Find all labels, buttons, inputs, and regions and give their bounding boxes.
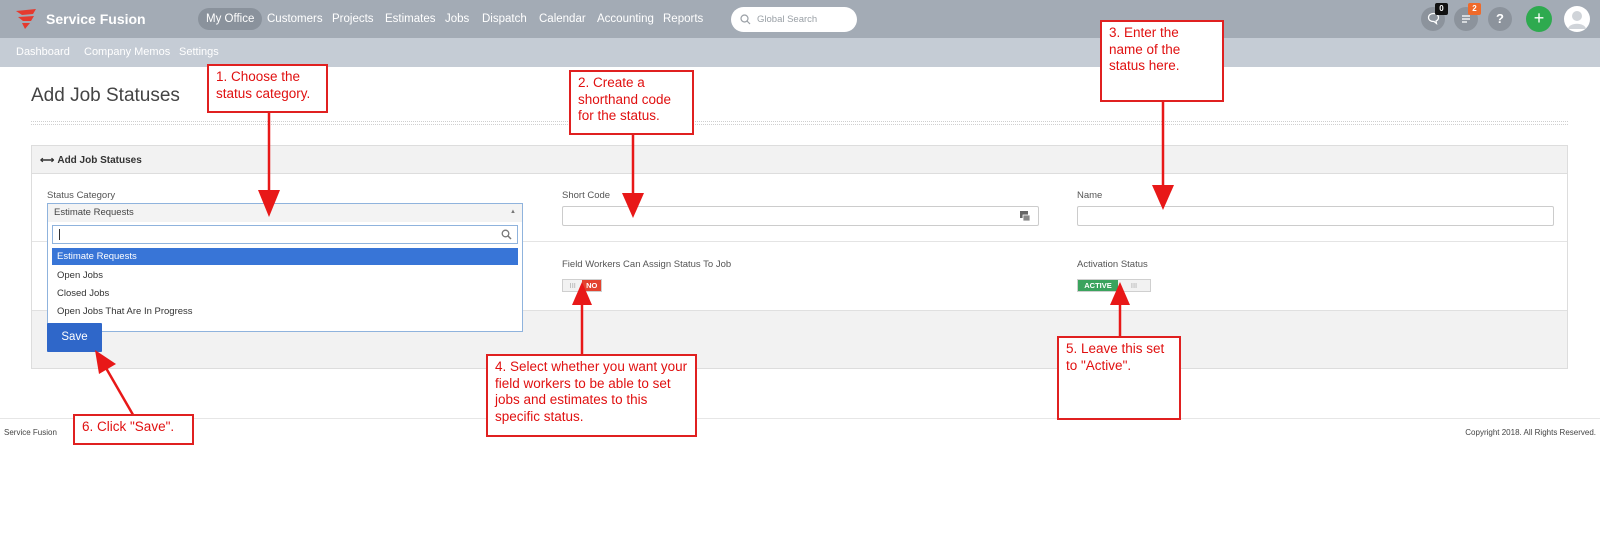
annotation-arrowhead-2 (622, 193, 644, 218)
annotation-arrowhead-3 (1152, 185, 1174, 210)
annotation-arrowhead-6 (95, 350, 116, 374)
annotation-step-4: 4. Select whether you want your field wo… (486, 354, 697, 437)
annotation-arrowhead-1 (258, 190, 280, 217)
annotation-step-3: 3. Enter the name of the status here. (1100, 20, 1224, 102)
annotation-arrowhead-4 (572, 282, 592, 305)
annotation-step-2: 2. Create a shorthand code for the statu… (569, 70, 694, 135)
annotation-arrowhead-5 (1110, 282, 1130, 305)
annotation-step-6: 6. Click "Save". (73, 414, 194, 445)
annotation-arrow-6 (104, 367, 138, 421)
annotation-step-5: 5. Leave this set to "Active". (1057, 336, 1181, 420)
annotation-step-1: 1. Choose the status category. (207, 64, 328, 113)
